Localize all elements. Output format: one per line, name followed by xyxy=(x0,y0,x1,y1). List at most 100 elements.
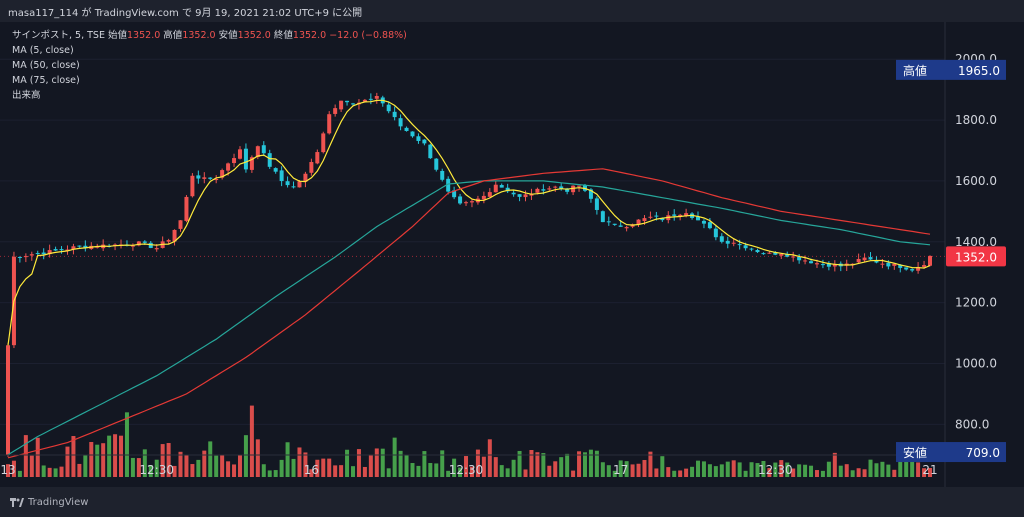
candle xyxy=(767,252,772,254)
candle xyxy=(648,216,653,218)
open-label: 始値 xyxy=(108,30,128,41)
candle xyxy=(202,177,207,179)
volume-bar xyxy=(856,468,861,477)
candle xyxy=(309,162,314,173)
candle xyxy=(600,211,605,223)
volume-bar xyxy=(559,457,564,477)
candle xyxy=(910,269,915,271)
volume-bar xyxy=(898,460,903,477)
candle xyxy=(184,196,189,221)
volume-bar xyxy=(249,405,254,477)
time-tick-label: 17 xyxy=(613,463,628,477)
time-tick-label: 16 xyxy=(304,463,319,477)
high-marker-label: 高値 xyxy=(903,63,927,78)
candle xyxy=(404,127,409,131)
tradingview-brand[interactable]: TradingView xyxy=(10,497,88,508)
tradingview-brand-text: TradingView xyxy=(28,497,89,508)
volume-bar xyxy=(868,459,873,477)
volume-bar xyxy=(571,470,576,477)
volume-bar xyxy=(820,470,825,477)
volume-bar xyxy=(35,437,40,477)
candle xyxy=(523,194,528,198)
candle xyxy=(612,223,617,225)
time-tick-label: 13 xyxy=(0,463,15,477)
volume-bar xyxy=(814,470,819,477)
candle xyxy=(606,221,611,223)
volume-bar xyxy=(232,464,237,477)
candle xyxy=(208,177,213,179)
time-tick-label: 21 xyxy=(922,463,937,477)
volume-bar xyxy=(838,465,843,477)
volume-bar xyxy=(101,443,106,477)
volume-bar xyxy=(719,464,724,477)
volume-bar xyxy=(59,466,64,477)
volume-bar xyxy=(83,455,88,477)
candle xyxy=(351,103,356,105)
volume-bar xyxy=(910,461,915,477)
footer-bar xyxy=(0,487,1024,517)
volume-bar xyxy=(535,452,540,477)
volume-bar xyxy=(440,450,445,477)
volume-bar xyxy=(392,437,397,477)
volume-bar xyxy=(119,435,124,477)
candle xyxy=(547,188,552,190)
legend-ma5[interactable]: MA (5, close) xyxy=(12,43,407,58)
candle xyxy=(77,245,82,247)
volume-bar xyxy=(696,460,701,477)
candle xyxy=(59,249,64,251)
volume-bar xyxy=(862,469,867,477)
volume-bar xyxy=(850,470,855,477)
legend-ma50[interactable]: MA (50, close) xyxy=(12,58,407,73)
low-label: 安値 xyxy=(218,30,238,41)
volume-bar xyxy=(41,465,46,477)
candle xyxy=(725,240,730,244)
volume-bar xyxy=(916,462,921,477)
candle xyxy=(820,264,825,266)
volume-bar xyxy=(23,435,28,477)
candle xyxy=(779,253,784,256)
candle xyxy=(618,225,623,227)
candle xyxy=(178,220,183,229)
volume-bar xyxy=(523,469,528,477)
legend-volume[interactable]: 出来高 xyxy=(12,88,407,103)
candle xyxy=(291,186,296,188)
volume-bar xyxy=(511,459,516,477)
volume-bar xyxy=(493,457,498,477)
candle xyxy=(285,181,290,186)
volume-bar xyxy=(844,464,849,477)
candle xyxy=(410,131,415,137)
volume-bar xyxy=(368,454,373,477)
volume-bar xyxy=(666,467,671,477)
symbol-label: サインポスト, 5, TSE xyxy=(12,30,105,41)
volume-bar xyxy=(826,461,831,477)
candle xyxy=(196,175,201,179)
time-tick-label: 12:30 xyxy=(449,463,484,477)
volume-bar xyxy=(237,455,242,477)
volume-bar xyxy=(553,461,558,477)
volume-bar xyxy=(731,460,736,477)
candle xyxy=(922,265,927,267)
volume-bar xyxy=(339,465,344,477)
low-marker-value: 709.0 xyxy=(966,446,1000,460)
volume-bar xyxy=(505,468,510,477)
low-marker-label: 安値 xyxy=(903,445,927,460)
candle xyxy=(392,111,397,118)
volume-bar xyxy=(208,441,213,477)
price-tick-label: 1800.0 xyxy=(955,113,997,127)
volume-bar xyxy=(190,464,195,477)
volume-bar xyxy=(65,446,70,477)
volume-bar xyxy=(327,458,332,477)
candle xyxy=(481,195,486,200)
candle xyxy=(928,255,932,266)
legend-ma75[interactable]: MA (75, close) xyxy=(12,73,407,88)
volume-bar xyxy=(380,448,385,477)
volume-bar xyxy=(279,459,284,477)
volume-bar xyxy=(261,464,266,477)
volume-bar xyxy=(690,466,695,477)
volume-bar xyxy=(749,462,754,477)
volume-bar xyxy=(547,465,552,477)
volume-bar xyxy=(130,457,135,477)
volume-bar xyxy=(345,449,350,477)
candle xyxy=(856,258,861,263)
volume-bar xyxy=(606,465,611,477)
